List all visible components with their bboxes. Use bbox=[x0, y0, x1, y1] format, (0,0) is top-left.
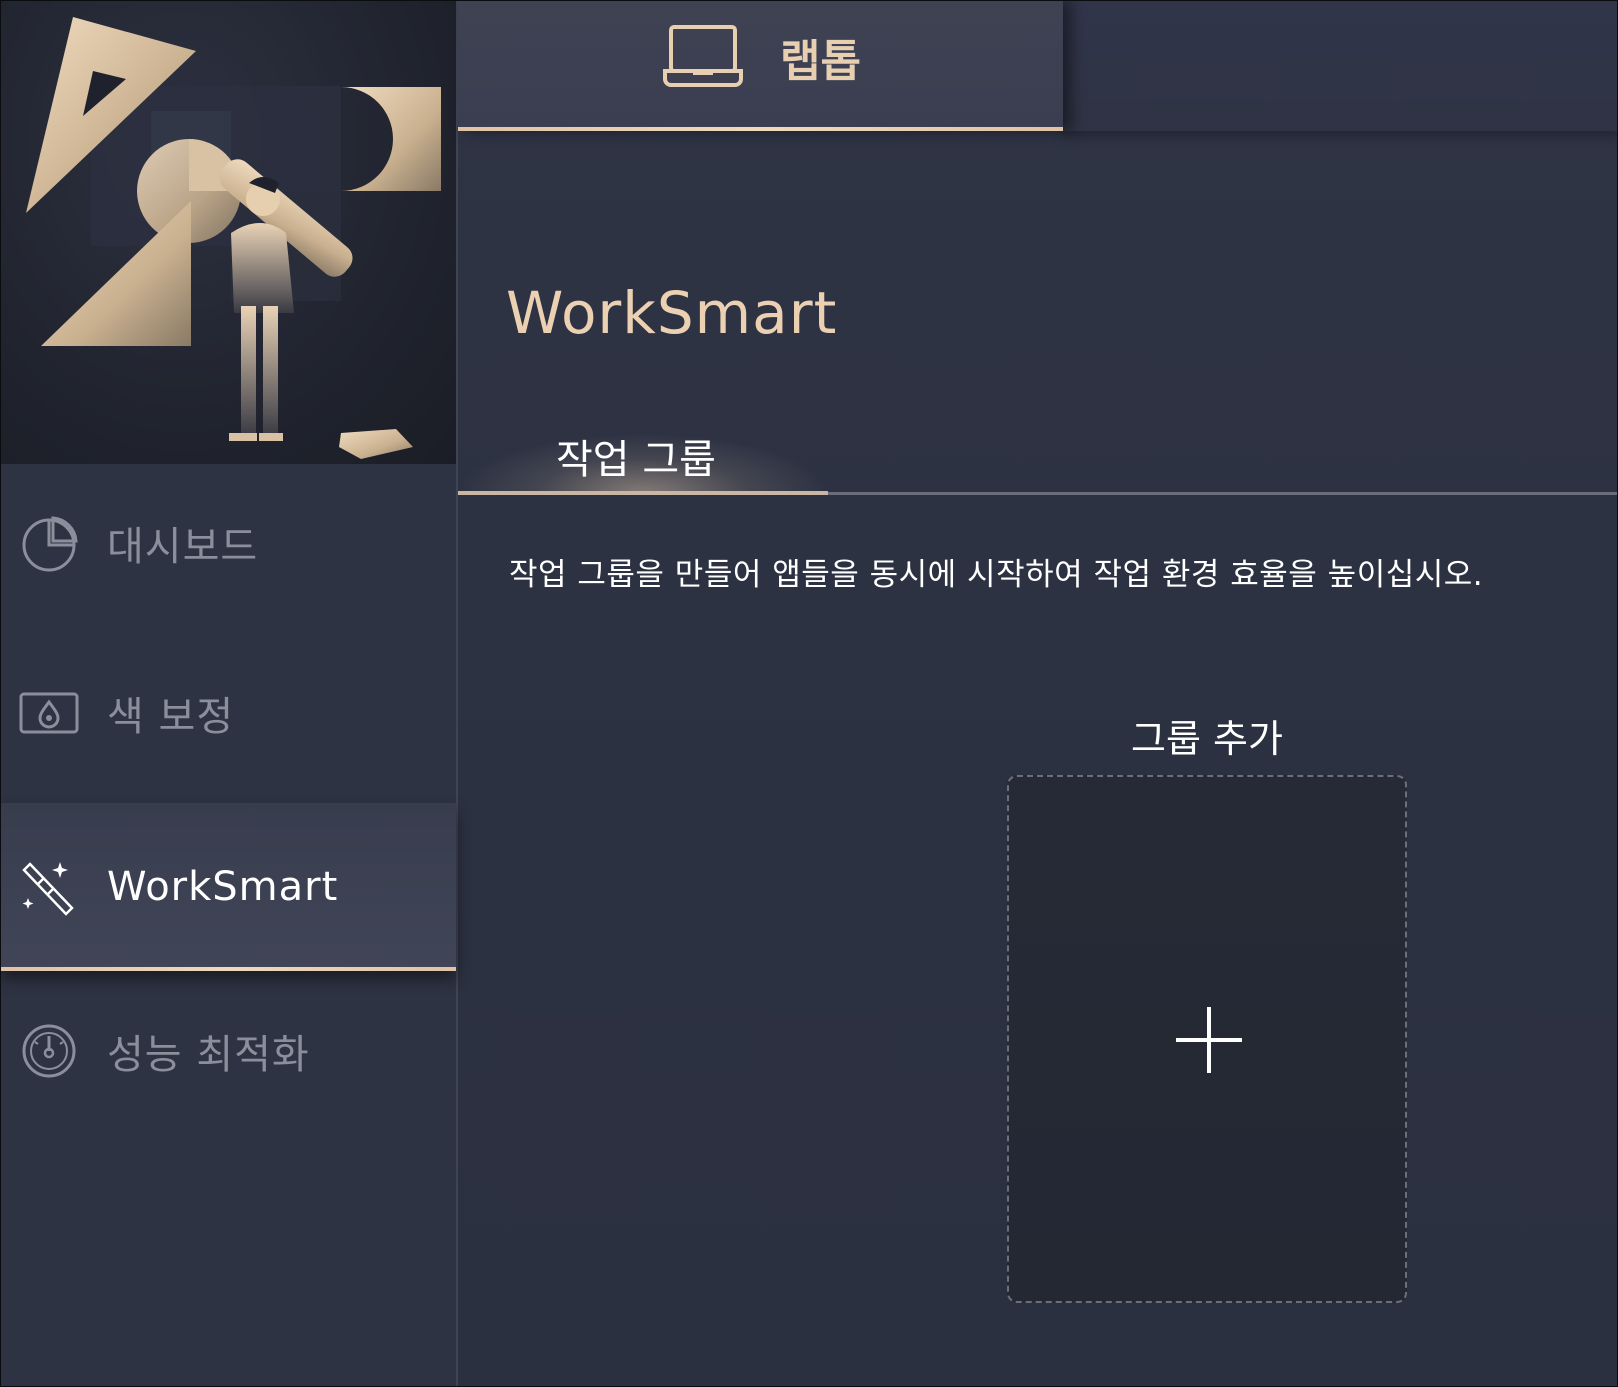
pie-chart-icon bbox=[19, 513, 79, 573]
sidebar-item-label: WorkSmart bbox=[107, 864, 339, 910]
sidebar-item-label: 성능 최적화 bbox=[107, 1032, 310, 1078]
architect-illustration bbox=[26, 17, 441, 459]
laptop-icon bbox=[663, 23, 743, 91]
tab-label: 작업 그룹 bbox=[556, 437, 716, 483]
app-window: 대시보드 색 보정 WorkSmart 성능 최적화 랩톱 WorkSmart … bbox=[0, 0, 1618, 1387]
speedometer-icon bbox=[19, 1021, 79, 1081]
tab-underline bbox=[458, 491, 828, 495]
device-tab-label: 랩톱 bbox=[780, 36, 861, 87]
color-calibration-icon bbox=[19, 683, 79, 743]
tab-divider bbox=[828, 492, 1617, 495]
device-tab-laptop[interactable]: 랩톱 bbox=[458, 1, 1063, 131]
sidebar-item-dashboard[interactable]: 대시보드 bbox=[1, 483, 456, 603]
sidebar-item-label: 대시보드 bbox=[107, 524, 259, 570]
sidebar-item-label: 색 보정 bbox=[107, 694, 235, 740]
hero-illustration bbox=[1, 1, 456, 464]
top-bar-background bbox=[1063, 1, 1617, 131]
magic-wand-icon bbox=[19, 857, 79, 917]
add-group-button[interactable] bbox=[1007, 775, 1407, 1303]
description-text: 작업 그룹을 만들어 앱들을 동시에 시작하여 작업 환경 효율을 높이십시오. bbox=[509, 557, 1484, 593]
tab-work-group[interactable]: 작업 그룹 bbox=[458, 413, 828, 495]
sidebar-item-color-calibration[interactable]: 색 보정 bbox=[1, 653, 456, 773]
active-indicator bbox=[458, 127, 1063, 131]
sidebar-item-performance[interactable]: 성능 최적화 bbox=[1, 991, 456, 1111]
page-title: WorkSmart bbox=[506, 279, 838, 347]
plus-icon bbox=[1176, 1007, 1242, 1077]
sidebar: 대시보드 색 보정 WorkSmart 성능 최적화 bbox=[1, 1, 458, 1386]
active-indicator bbox=[1, 967, 456, 971]
add-group-label: 그룹 추가 bbox=[1131, 717, 1283, 761]
sidebar-item-worksmart[interactable]: WorkSmart bbox=[1, 803, 456, 971]
